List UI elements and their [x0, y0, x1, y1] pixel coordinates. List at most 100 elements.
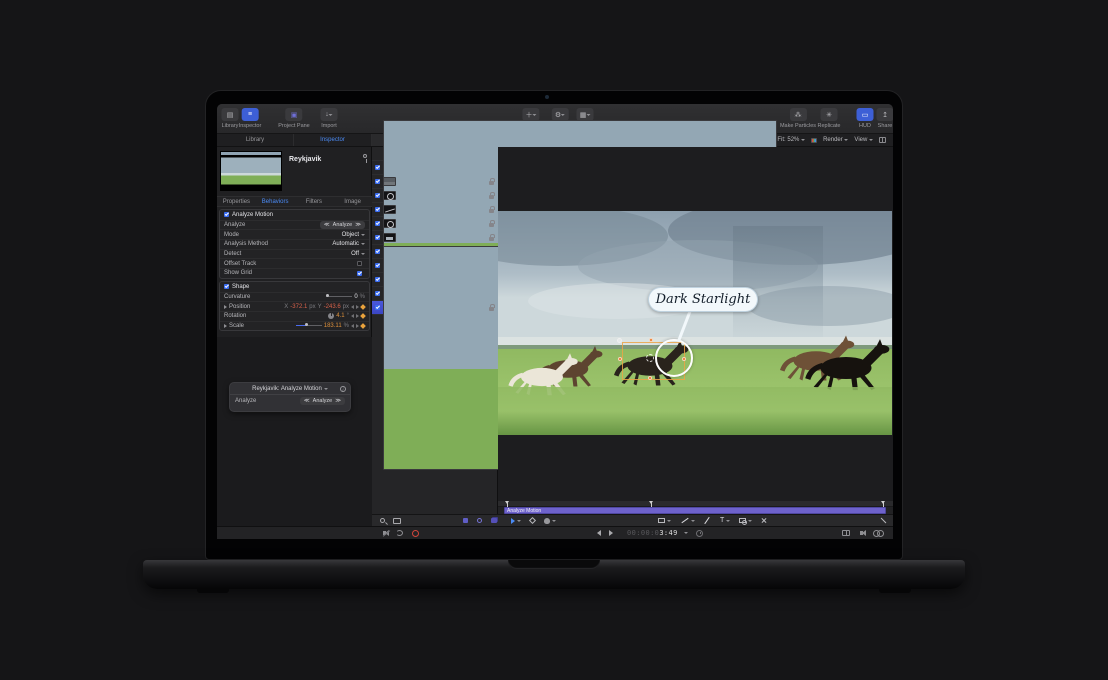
render-menu[interactable]: Render: [823, 137, 848, 143]
timeline-expand-icon[interactable]: [880, 517, 887, 524]
layer-checkbox[interactable]: [375, 305, 380, 310]
select-tool-dropdown[interactable]: [517, 520, 521, 522]
canvas-image[interactable]: Dark Starlight: [498, 211, 892, 435]
import-button[interactable]: ↓ Import: [321, 108, 338, 129]
analysis-method-select[interactable]: Automatic: [332, 241, 365, 247]
show-audio-tracks-icon[interactable]: [860, 531, 863, 535]
mode-select[interactable]: Object: [342, 232, 365, 238]
prev-keyframe-icon[interactable]: [351, 324, 354, 328]
keyframe-icon[interactable]: [360, 304, 366, 310]
bezier-tool-dropdown[interactable]: [691, 520, 695, 522]
lock-icon[interactable]: [489, 223, 494, 227]
tab-image[interactable]: Image: [333, 197, 372, 206]
library-button[interactable]: ▤ Library: [222, 108, 239, 129]
show-video-tracks-icon[interactable]: [842, 530, 850, 536]
layer-row-group[interactable]: ▣ Group ⚑: [372, 161, 497, 175]
scale-slider[interactable]: [296, 325, 322, 326]
pan-tool-icon[interactable]: [544, 518, 550, 524]
tab-filters[interactable]: Filters: [295, 197, 334, 206]
pin-icon[interactable]: [363, 154, 367, 158]
shape-checkbox[interactable]: [224, 284, 229, 289]
rotation-dial[interactable]: [328, 313, 334, 319]
lock-icon[interactable]: [489, 209, 494, 213]
text-tool-dropdown[interactable]: [726, 520, 730, 522]
shape-tool-icon[interactable]: [658, 518, 665, 523]
search-icon[interactable]: [380, 518, 385, 523]
layer-checkbox[interactable]: [375, 165, 380, 170]
duration-icon[interactable]: [696, 530, 703, 537]
hud-analyze-buttons[interactable]: ≪ Analyze ≫: [300, 397, 345, 405]
share-button[interactable]: ↥ Share: [877, 108, 894, 129]
line-tool-icon[interactable]: [704, 517, 709, 524]
mute-icon[interactable]: [383, 531, 386, 535]
shape-tool-dropdown[interactable]: [667, 520, 671, 522]
show-objects-toggle[interactable]: [463, 518, 468, 523]
layer-checkbox[interactable]: [375, 235, 380, 240]
next-keyframe-icon[interactable]: [356, 314, 359, 318]
replicate-button[interactable]: ✳ Replicate: [818, 108, 841, 129]
info-icon[interactable]: i: [340, 386, 346, 392]
lock-icon[interactable]: [489, 195, 494, 199]
mask-tool-dropdown[interactable]: [748, 520, 752, 522]
loop-playback-icon[interactable]: [396, 530, 403, 536]
keyframe-icon[interactable]: [360, 313, 366, 319]
hud-button[interactable]: ▭ HUD: [857, 108, 874, 129]
make-particles-button[interactable]: ⁂ Make Particles: [780, 108, 816, 129]
layer-checkbox[interactable]: [375, 193, 380, 198]
play-icon[interactable]: [609, 530, 613, 536]
selection-handle[interactable]: [618, 357, 622, 361]
lock-icon[interactable]: [489, 181, 494, 185]
selection-handle[interactable]: [649, 338, 653, 342]
layer-checkbox[interactable]: [375, 221, 380, 226]
bezier-tool-icon[interactable]: [681, 518, 688, 523]
scale-field[interactable]: 183.11: [324, 323, 342, 329]
select-tool-icon[interactable]: [511, 518, 515, 524]
link-tracks-icon[interactable]: [873, 530, 883, 536]
analyze-motion-timebar[interactable]: Analyze Motion: [504, 507, 886, 514]
curvature-slider[interactable]: [326, 296, 352, 297]
layer-checkbox[interactable]: [375, 179, 380, 184]
clip-appearance-icon[interactable]: [393, 518, 401, 524]
lock-icon[interactable]: [489, 307, 494, 311]
previous-frame-icon[interactable]: [597, 530, 601, 536]
next-keyframe-icon[interactable]: [356, 305, 359, 309]
position-y-field[interactable]: -243.6: [324, 304, 341, 310]
show-filters-toggle[interactable]: [491, 518, 497, 523]
layer-checkbox[interactable]: [375, 263, 380, 268]
next-keyframe-icon[interactable]: [356, 324, 359, 328]
tab-inspector[interactable]: Inspector: [294, 134, 372, 146]
show-behaviors-toggle[interactable]: [477, 518, 482, 523]
canvas-color-swatch[interactable]: [811, 138, 817, 143]
transform-tool-icon[interactable]: [761, 518, 767, 524]
analyze-buttons[interactable]: ≪ Analyze ≫: [320, 221, 365, 229]
hud-panel[interactable]: Reykjavik: Analyze Motion i Analyze ≪ An…: [229, 382, 351, 412]
inspector-button[interactable]: ≡ Inspector: [239, 108, 262, 129]
disclosure-icon[interactable]: [224, 324, 227, 328]
prev-keyframe-icon[interactable]: [351, 305, 354, 309]
keyframe-icon[interactable]: [360, 323, 366, 329]
project-pane-button[interactable]: ▣ Project Pane: [278, 108, 310, 129]
disclosure-icon[interactable]: [224, 305, 227, 309]
layer-checkbox[interactable]: [375, 291, 380, 296]
pan-tool-dropdown[interactable]: [552, 520, 556, 522]
tab-properties[interactable]: Properties: [217, 197, 256, 206]
detect-select[interactable]: Off: [351, 251, 365, 257]
tracker-focus-circle[interactable]: [655, 339, 693, 377]
text-tool-icon[interactable]: T: [720, 517, 724, 524]
layout-grid-icon[interactable]: [879, 137, 886, 143]
tab-library[interactable]: Library: [217, 134, 294, 146]
offset-track-checkbox[interactable]: [357, 261, 362, 266]
callout-bubble[interactable]: Dark Starlight: [648, 287, 758, 312]
timecode-dropdown[interactable]: [684, 532, 688, 534]
selection-handle[interactable]: [682, 357, 686, 361]
tab-behaviors[interactable]: Behaviors: [256, 197, 295, 206]
prev-keyframe-icon[interactable]: [351, 314, 354, 318]
position-x-field[interactable]: -372.1: [290, 304, 307, 310]
layer-checkbox[interactable]: [375, 277, 380, 282]
selection-corner-handle[interactable]: [617, 338, 622, 343]
record-icon[interactable]: [412, 530, 419, 537]
layer-checkbox[interactable]: [375, 207, 380, 212]
rotation-field[interactable]: 4.1: [336, 313, 344, 319]
analyze-motion-checkbox[interactable]: [224, 212, 229, 217]
timecode-display[interactable]: 00:00:03:49: [627, 529, 678, 537]
